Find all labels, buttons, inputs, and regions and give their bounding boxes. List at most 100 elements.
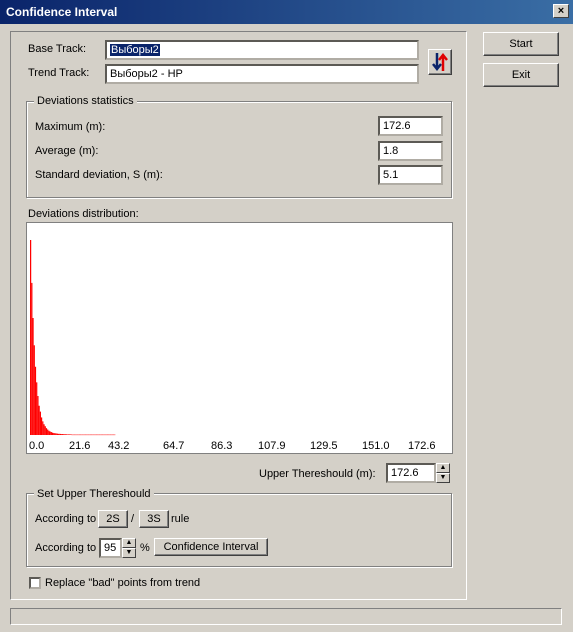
x-tick-label: 107.9 — [258, 440, 286, 452]
histogram-bar — [109, 434, 111, 436]
spin-down-icon[interactable]: ▼ — [122, 548, 136, 558]
confidence-interval-button[interactable]: Confidence Interval — [154, 538, 268, 556]
maximum-field[interactable]: 172.6 — [378, 116, 443, 136]
histogram-bar — [51, 432, 54, 435]
histogram-bar — [100, 434, 102, 436]
maximum-label: Maximum (m): — [35, 121, 106, 133]
histogram-bar — [114, 434, 116, 436]
x-tick-label: 64.7 — [163, 440, 184, 452]
button-2s[interactable]: 2S — [98, 510, 128, 528]
according-to-label-2: According to — [35, 542, 97, 554]
trend-track-input[interactable]: Выборы2 - HP — [105, 64, 419, 84]
distribution-chart: 0.0 21.6 43.2 64.7 86.3 107.9 129.5 151.0 172.6 — [29, 240, 436, 452]
histogram-bar — [59, 433, 61, 435]
histogram-bar — [48, 430, 50, 435]
histogram-bar — [110, 434, 112, 436]
histogram-bar — [45, 428, 48, 435]
histogram-bar — [112, 434, 115, 436]
histogram-bar — [90, 434, 93, 436]
histogram-bar — [54, 433, 56, 435]
histogram-bar — [39, 411, 41, 435]
histogram-bar — [70, 434, 72, 435]
x-tick-label: 129.5 — [310, 440, 338, 452]
histogram-bar — [69, 434, 71, 435]
x-tick-label: 86.3 — [211, 440, 232, 452]
histogram-bar — [67, 434, 70, 435]
status-bar — [10, 608, 562, 625]
start-button[interactable]: Start — [483, 32, 559, 56]
spin-up-icon[interactable]: ▲ — [436, 463, 450, 473]
histogram-bar — [98, 434, 100, 436]
x-tick-label: 43.2 — [108, 440, 129, 452]
spin-up-icon[interactable]: ▲ — [122, 538, 136, 548]
distribution-chart-frame: 0.0 21.6 43.2 64.7 86.3 107.9 129.5 151.0 172.6 — [26, 222, 453, 454]
histogram-bar — [71, 434, 73, 436]
histogram-bar — [55, 433, 57, 435]
histogram-bar — [56, 433, 59, 435]
exit-button[interactable]: Exit — [483, 63, 559, 87]
histogram-bar — [89, 434, 91, 436]
histogram-bar — [38, 405, 40, 435]
percent-input[interactable]: 95 — [99, 538, 122, 558]
histogram-bar — [88, 434, 90, 436]
upper-threshold-input[interactable]: 172.6 — [386, 463, 436, 483]
histogram-bar — [30, 240, 32, 435]
histogram-bar — [108, 434, 110, 436]
histogram-bar — [78, 434, 81, 436]
spin-down-icon[interactable]: ▼ — [436, 473, 450, 483]
distribution-title: Deviations distribution: — [28, 208, 139, 220]
histogram-bar — [37, 396, 39, 435]
histogram-bar — [104, 434, 106, 436]
slash-separator: / — [131, 513, 135, 525]
histogram-bar — [105, 434, 107, 436]
x-tick-label: 151.0 — [362, 440, 390, 452]
histogram-bar — [36, 382, 38, 435]
histogram-bar — [99, 434, 101, 436]
histogram-bar — [65, 434, 67, 435]
stddev-field[interactable]: 5.1 — [378, 165, 443, 185]
histogram-bar — [40, 417, 43, 435]
upper-threshold-label: Upper Thereshould (m): — [259, 468, 376, 480]
according-to-label-1: According to — [35, 513, 97, 525]
average-label: Average (m): — [35, 145, 99, 157]
histogram-bar — [58, 433, 60, 435]
histogram-bar — [80, 434, 82, 436]
histogram-bar — [83, 434, 85, 436]
histogram-bar — [111, 434, 113, 436]
swap-tracks-button[interactable] — [428, 49, 452, 75]
histogram-bar — [76, 434, 78, 436]
histogram-bar — [62, 434, 65, 435]
histogram-bar — [87, 434, 89, 436]
histogram-bar — [64, 434, 66, 435]
base-track-input[interactable]: Выборы2 — [105, 40, 419, 60]
average-field[interactable]: 1.8 — [378, 141, 443, 161]
histogram-bar — [75, 434, 77, 436]
percent-sign: % — [140, 542, 150, 554]
upper-threshold-spinner[interactable]: ▲ ▼ — [436, 463, 450, 483]
percent-spinner[interactable]: ▲ ▼ — [122, 538, 136, 558]
histogram-bar — [31, 282, 33, 435]
histogram-bar — [33, 345, 35, 435]
histogram-bar — [95, 434, 98, 436]
replace-bad-points-checkbox[interactable] — [29, 577, 41, 589]
histogram-bar — [72, 434, 74, 436]
histogram-bar — [66, 434, 68, 435]
histogram-bar — [93, 434, 95, 436]
button-3s[interactable]: 3S — [139, 510, 169, 528]
x-tick-label: 172.6 — [408, 440, 436, 452]
histogram-bar — [32, 318, 34, 435]
stddev-label: Standard deviation, S (m): — [35, 169, 163, 181]
histogram-bar — [77, 434, 79, 436]
histogram-bar — [43, 424, 45, 435]
histogram-bar — [86, 434, 88, 436]
histogram-bar — [101, 434, 104, 436]
histogram-bar — [92, 434, 94, 436]
histogram-bar — [82, 434, 84, 436]
trend-track-label: Trend Track: — [28, 67, 90, 79]
histogram-bar — [81, 434, 83, 436]
histogram-bar — [47, 429, 49, 435]
close-button[interactable]: × — [553, 4, 569, 18]
title-bar: Confidence Interval × — [0, 0, 573, 24]
histogram-bar — [49, 431, 51, 435]
histogram-bar — [34, 366, 37, 435]
